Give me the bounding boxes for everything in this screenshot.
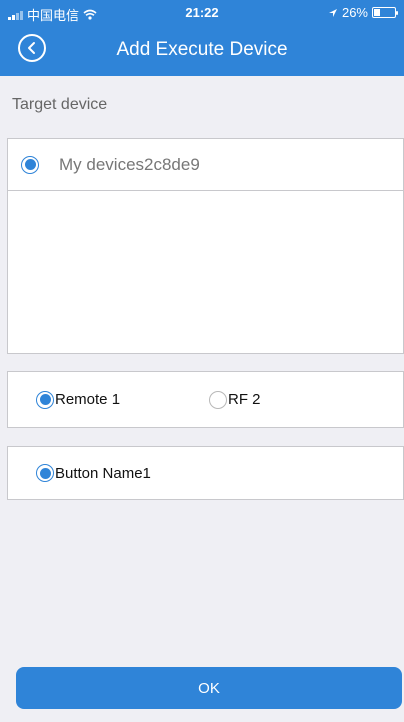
button-1-label: Button Name1 [55,464,151,482]
battery-icon [372,7,398,18]
remote-option-2[interactable]: RF 2 [209,390,261,409]
remote-option-1[interactable]: Remote 1 [36,390,121,409]
button-1-radio[interactable] [36,464,54,482]
status-bar: 中国电信 21:22 26% [0,0,404,24]
remote-1-label: Remote 1 [55,391,121,408]
rf-2-radio[interactable] [209,390,227,409]
device-row[interactable]: My devices2c8de9 [8,139,403,191]
button-option-1[interactable]: Button Name1 [36,464,151,482]
status-right: 26% [328,5,398,20]
page-title: Add Execute Device [116,39,288,60]
remote-1-radio[interactable] [36,390,54,409]
button-selector: Button Name1 [7,446,404,500]
app-header: 中国电信 21:22 26% Add Execute Device [0,0,404,76]
target-device-label: Target device [12,96,108,113]
location-arrow-icon [328,8,337,17]
device-name: My devices2c8de9 [59,154,200,174]
ok-button[interactable]: OK [16,667,402,709]
rf-2-label: RF 2 [228,391,261,408]
battery-percent: 26% [341,5,368,20]
remote-selector: Remote 1 RF 2 [7,371,404,428]
device-radio[interactable] [21,155,39,174]
battery-fill [374,9,380,16]
device-list: My devices2c8de9 [7,138,404,354]
